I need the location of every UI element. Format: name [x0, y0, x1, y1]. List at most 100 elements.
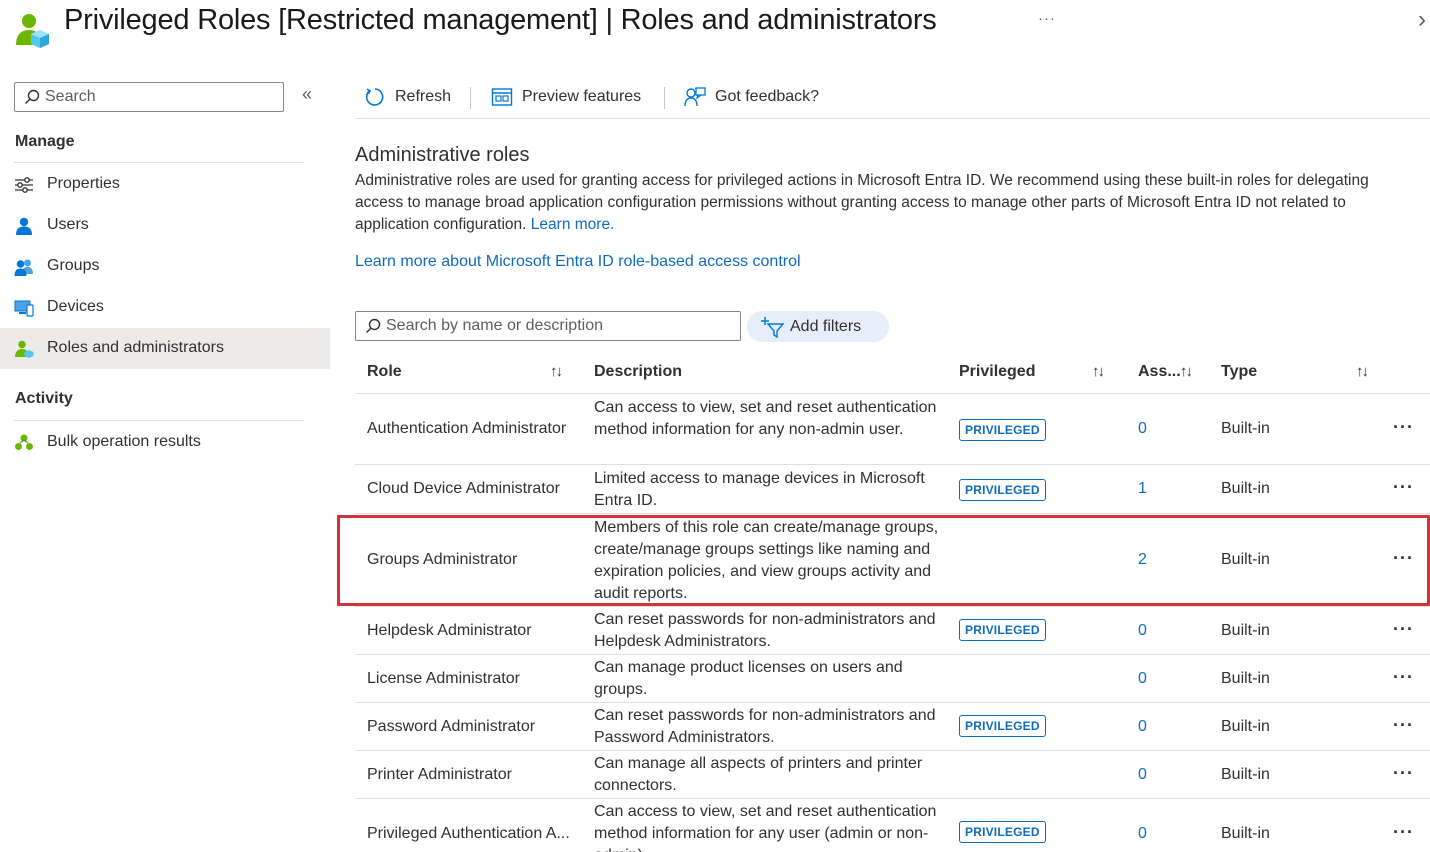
preview-features-icon [491, 88, 513, 106]
toolbar-separator [470, 87, 471, 109]
rbac-learn-more-link[interactable]: Learn more about Microsoft Entra ID role… [355, 253, 801, 271]
row-more-button[interactable]: ··· [1393, 477, 1414, 498]
description-text: Administrative roles are used for granti… [355, 172, 1369, 233]
role-type: Built-in [1221, 718, 1270, 735]
role-name[interactable]: Cloud Device Administrator [367, 480, 560, 498]
table-search-box[interactable] [355, 311, 741, 341]
role-type: Built-in [1221, 825, 1270, 842]
nav-item-users[interactable]: Users [0, 205, 330, 246]
column-header-assignments[interactable]: Ass... [1138, 363, 1181, 381]
add-filters-button[interactable]: Add filters [747, 311, 889, 342]
refresh-button[interactable]: Refresh [364, 84, 451, 110]
role-type: Built-in [1221, 420, 1270, 437]
sort-assignments-icon[interactable]: ↑↓ [1180, 363, 1193, 380]
nav-divider [14, 162, 304, 163]
role-type: Built-in [1221, 766, 1270, 783]
row-more-button[interactable]: ··· [1393, 417, 1414, 438]
row-more-button[interactable]: ··· [1393, 715, 1414, 736]
row-more-button[interactable]: ··· [1393, 763, 1414, 784]
more-options-button[interactable]: ··· [1038, 10, 1056, 27]
nav-item-devices[interactable]: Devices [0, 287, 330, 328]
nav-item-label: Devices [47, 298, 104, 315]
table-row[interactable]: Cloud Device Administrator Limited acces… [355, 466, 1430, 514]
role-description: Limited access to manage devices in Micr… [594, 470, 925, 509]
role-description: Can access to view, set and reset authen… [594, 803, 937, 852]
table-row[interactable]: Helpdesk Administrator Can reset passwor… [355, 608, 1430, 655]
role-name[interactable]: License Administrator [367, 670, 520, 688]
role-type: Built-in [1221, 622, 1270, 639]
column-header-role[interactable]: Role [367, 363, 402, 381]
role-type: Built-in [1221, 480, 1270, 497]
command-bar: Refresh Preview features Got feedback? [355, 80, 1430, 119]
sort-privileged-icon[interactable]: ↑↓ [1092, 363, 1105, 380]
sort-role-icon[interactable]: ↑↓ [550, 363, 563, 380]
search-icon [25, 89, 40, 104]
privileged-badge: PRIVILEGED [959, 619, 1046, 641]
role-description: Can manage all aspects of printers and p… [594, 755, 923, 794]
nav-search-box[interactable] [14, 82, 284, 112]
assignments-link[interactable]: 0 [1138, 670, 1147, 688]
refresh-label: Refresh [395, 88, 452, 105]
role-name[interactable]: Authentication Administrator [367, 420, 566, 438]
assignments-link[interactable]: 0 [1138, 420, 1147, 438]
sort-type-icon[interactable]: ↑↓ [1356, 363, 1369, 380]
assignments-link[interactable]: 0 [1138, 766, 1147, 784]
row-more-button[interactable]: ··· [1393, 619, 1414, 640]
role-name[interactable]: Printer Administrator [367, 766, 512, 784]
assignments-link[interactable]: 0 [1138, 825, 1147, 843]
properties-icon [15, 177, 33, 193]
nav-section-activity: Activity [15, 390, 73, 407]
learn-more-link[interactable]: Learn more. [531, 216, 615, 233]
feedback-button[interactable]: Got feedback? [684, 84, 819, 110]
preview-features-label: Preview features [522, 88, 642, 105]
table-row[interactable]: License Administrator Can manage product… [355, 656, 1430, 703]
feedback-label: Got feedback? [715, 88, 820, 105]
column-header-privileged[interactable]: Privileged [959, 363, 1035, 381]
privileged-badge: PRIVILEGED [959, 419, 1046, 441]
feedback-icon [684, 87, 706, 107]
privileged-badge: PRIVILEGED [959, 715, 1046, 737]
page-title: Privileged Roles [Restricted management]… [64, 4, 937, 36]
refresh-icon [365, 88, 384, 106]
role-description: Can manage product licenses on users and… [594, 659, 903, 698]
collapse-nav-button[interactable]: « [302, 84, 312, 105]
row-more-button[interactable]: ··· [1393, 667, 1414, 688]
toolbar-separator [664, 87, 665, 109]
table-header: Role ↑↓ Description Privileged ↑↓ Ass...… [355, 352, 1430, 394]
nav-section-manage: Manage [15, 133, 75, 150]
add-filters-label: Add filters [790, 317, 862, 335]
row-more-button[interactable]: ··· [1393, 822, 1414, 843]
role-description: Can reset passwords for non-administrato… [594, 707, 936, 746]
column-header-type[interactable]: Type [1221, 363, 1257, 381]
nav-item-roles-and-administrators[interactable]: Roles and administrators [0, 328, 330, 369]
privileged-badge: PRIVILEGED [959, 821, 1046, 843]
section-description: Administrative roles are used for granti… [355, 170, 1420, 236]
bulk-icon [15, 434, 33, 450]
nav-divider [14, 420, 304, 421]
assignments-link[interactable]: 0 [1138, 718, 1147, 736]
nav-item-label: Users [47, 216, 89, 233]
close-chevron-icon[interactable]: › [1418, 6, 1426, 34]
table-row[interactable]: Password Administrator Can reset passwor… [355, 704, 1430, 751]
preview-features-button[interactable]: Preview features [491, 84, 641, 110]
row-highlight-annotation [337, 515, 1430, 606]
privileged-badge: PRIVILEGED [959, 479, 1046, 501]
role-type: Built-in [1221, 670, 1270, 687]
nav-item-bulk-operation-results[interactable]: Bulk operation results [0, 422, 330, 463]
table-row[interactable]: Authentication Administrator Can access … [355, 395, 1430, 465]
nav-item-groups[interactable]: Groups [0, 246, 330, 287]
table-search-input[interactable] [386, 316, 731, 336]
devices-icon [14, 300, 34, 317]
role-name[interactable]: Privileged Authentication A... [367, 825, 570, 843]
nav-item-properties[interactable]: Properties [0, 164, 330, 205]
assignments-link[interactable]: 1 [1138, 480, 1147, 498]
table-row[interactable]: Privileged Authentication A... Can acces… [355, 800, 1430, 852]
role-name[interactable]: Password Administrator [367, 718, 535, 736]
roles-admin-icon [16, 14, 49, 48]
nav-item-label: Roles and administrators [47, 339, 224, 356]
role-description: Can reset passwords for non-administrato… [594, 611, 936, 650]
nav-search-input[interactable] [45, 87, 275, 107]
role-name[interactable]: Helpdesk Administrator [367, 622, 532, 640]
assignments-link[interactable]: 0 [1138, 622, 1147, 640]
table-row[interactable]: Printer Administrator Can manage all asp… [355, 752, 1430, 799]
